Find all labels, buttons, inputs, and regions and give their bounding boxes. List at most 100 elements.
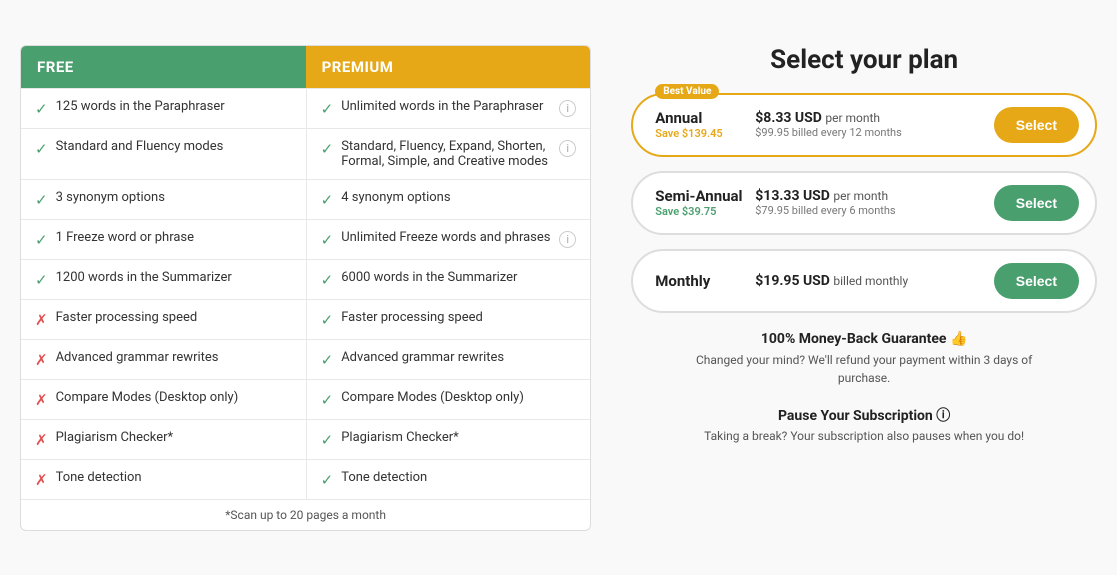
comparison-table: FREE PREMIUM ✓ 125 words in the Paraphra…	[20, 45, 591, 531]
monthly-price-block: $19.95 USD billed monthly	[755, 273, 984, 289]
check-icon: ✓	[321, 100, 334, 118]
semi-annual-price: $13.33 USD	[755, 188, 830, 204]
free-feature-text: 1200 words in the Summarizer	[56, 270, 232, 285]
info-icon: i	[559, 100, 576, 117]
cell-free: ✗ Faster processing speed	[21, 300, 306, 339]
monthly-price: $19.95 USD	[755, 273, 830, 289]
table-row: ✗ Faster processing speed ✓ Faster proce…	[21, 299, 590, 339]
guarantee-section: 100% Money-Back Guarantee 👍 Changed your…	[694, 331, 1034, 387]
annual-price-main: $8.33 USD per month	[755, 110, 984, 126]
premium-feature-text: Unlimited Freeze words and phrases	[341, 230, 550, 245]
premium-feature-text: Unlimited words in the Paraphraser	[341, 99, 543, 114]
cell-free: ✗ Compare Modes (Desktop only)	[21, 380, 306, 419]
check-icon: ✓	[321, 271, 334, 289]
main-container: FREE PREMIUM ✓ 125 words in the Paraphra…	[20, 45, 1097, 531]
annual-price-suffix: per month	[825, 111, 880, 125]
table-row: ✗ Plagiarism Checker* ✓ Plagiarism Check…	[21, 419, 590, 459]
monthly-price-main: $19.95 USD billed monthly	[755, 273, 984, 289]
cell-premium: ✓ Standard, Fluency, Expand, Shorten, Fo…	[306, 129, 591, 179]
table-row: ✓ 3 synonym options ✓ 4 synonym options	[21, 179, 590, 219]
cell-premium: ✓ Plagiarism Checker*	[306, 420, 591, 459]
table-header: FREE PREMIUM	[21, 46, 590, 88]
cell-premium: ✓ Unlimited Freeze words and phrases i	[306, 220, 591, 259]
check-icon: ✓	[321, 231, 334, 249]
best-value-badge: Best Value	[655, 84, 719, 99]
check-icon: ✓	[321, 431, 334, 449]
info-icon: i	[559, 231, 576, 248]
table-row: ✗ Advanced grammar rewrites ✓ Advanced g…	[21, 339, 590, 379]
free-feature-text: Standard and Fluency modes	[56, 139, 224, 154]
premium-feature-text: Standard, Fluency, Expand, Shorten, Form…	[341, 139, 551, 169]
semi-annual-price-sub: $79.95 billed every 6 months	[755, 204, 984, 217]
cell-premium: ✓ 4 synonym options	[306, 180, 591, 219]
cell-premium: ✓ Tone detection	[306, 460, 591, 499]
annual-price-block: $8.33 USD per month $99.95 billed every …	[755, 110, 984, 139]
table-row: ✗ Tone detection ✓ Tone detection	[21, 459, 590, 499]
cell-premium: ✓ Unlimited words in the Paraphraser i	[306, 89, 591, 128]
premium-feature-text: Advanced grammar rewrites	[341, 350, 504, 365]
plan-panel: Select your plan Best Value Annual Save …	[631, 45, 1097, 531]
free-feature-text: 3 synonym options	[56, 190, 165, 205]
header-premium: PREMIUM	[306, 46, 591, 88]
table-row: ✗ Compare Modes (Desktop only) ✓ Compare…	[21, 379, 590, 419]
check-icon: ✓	[321, 391, 334, 409]
cell-free: ✓ 1 Freeze word or phrase	[21, 220, 306, 259]
header-free: FREE	[21, 46, 306, 88]
semi-annual-name-block: Semi-Annual Save $39.75	[655, 187, 745, 218]
check-icon: ✓	[321, 140, 334, 158]
cell-premium: ✓ 6000 words in the Summarizer	[306, 260, 591, 299]
check-icon: ✓	[35, 140, 48, 158]
free-feature-text: Advanced grammar rewrites	[56, 350, 219, 365]
cell-free: ✓ 3 synonym options	[21, 180, 306, 219]
footnote: *Scan up to 20 pages a month	[21, 499, 590, 530]
pause-text: Taking a break? Your subscription also p…	[704, 429, 1024, 443]
free-feature-text: Plagiarism Checker*	[56, 430, 174, 445]
free-feature-text: Tone detection	[56, 470, 142, 485]
cell-premium: ✓ Faster processing speed	[306, 300, 591, 339]
guarantee-text: Changed your mind? We'll refund your pay…	[694, 351, 1034, 387]
semi-annual-select-button[interactable]: Select	[994, 185, 1079, 221]
check-icon: ✓	[321, 351, 334, 369]
semi-annual-price-suffix: per month	[833, 189, 888, 203]
free-feature-text: Faster processing speed	[56, 310, 198, 325]
plan-card-semi-annual: Semi-Annual Save $39.75 $13.33 USD per m…	[631, 171, 1097, 235]
cell-free: ✓ 1200 words in the Summarizer	[21, 260, 306, 299]
check-icon: ✓	[35, 231, 48, 249]
semi-annual-save: Save $39.75	[655, 205, 745, 218]
premium-feature-text: 4 synonym options	[341, 190, 450, 205]
info-icon: i	[559, 140, 576, 157]
cross-icon: ✗	[35, 431, 48, 449]
semi-annual-plan-name: Semi-Annual	[655, 187, 745, 205]
cross-icon: ✗	[35, 471, 48, 489]
pause-section: Pause Your Subscription ⓘ Taking a break…	[704, 405, 1024, 443]
free-feature-text: 125 words in the Paraphraser	[56, 99, 225, 114]
table-row: ✓ Standard and Fluency modes ✓ Standard,…	[21, 128, 590, 179]
free-feature-text: 1 Freeze word or phrase	[56, 230, 194, 245]
table-row: ✓ 1200 words in the Summarizer ✓ 6000 wo…	[21, 259, 590, 299]
semi-annual-price-main: $13.33 USD per month	[755, 188, 984, 204]
monthly-select-button[interactable]: Select	[994, 263, 1079, 299]
cell-free: ✗ Tone detection	[21, 460, 306, 499]
plan-card-annual: Best Value Annual Save $139.45 $8.33 USD…	[631, 93, 1097, 157]
premium-feature-text: Tone detection	[341, 470, 427, 485]
check-icon: ✓	[321, 311, 334, 329]
cell-premium: ✓ Compare Modes (Desktop only)	[306, 380, 591, 419]
semi-annual-price-block: $13.33 USD per month $79.95 billed every…	[755, 188, 984, 217]
annual-save: Save $139.45	[655, 127, 745, 140]
cell-free: ✗ Advanced grammar rewrites	[21, 340, 306, 379]
cell-free: ✓ 125 words in the Paraphraser	[21, 89, 306, 128]
check-icon: ✓	[35, 100, 48, 118]
check-icon: ✓	[35, 271, 48, 289]
pause-title: Pause Your Subscription ⓘ	[704, 405, 1024, 425]
annual-name-block: Annual Save $139.45	[655, 109, 745, 140]
panel-title: Select your plan	[770, 45, 958, 75]
annual-price: $8.33 USD	[755, 110, 822, 126]
premium-feature-text: Faster processing speed	[341, 310, 483, 325]
monthly-plan-name: Monthly	[655, 272, 745, 290]
cross-icon: ✗	[35, 311, 48, 329]
annual-plan-name: Annual	[655, 109, 745, 127]
annual-select-button[interactable]: Select	[994, 107, 1079, 143]
table-body: ✓ 125 words in the Paraphraser ✓ Unlimit…	[21, 88, 590, 499]
cross-icon: ✗	[35, 391, 48, 409]
check-icon: ✓	[321, 471, 334, 489]
